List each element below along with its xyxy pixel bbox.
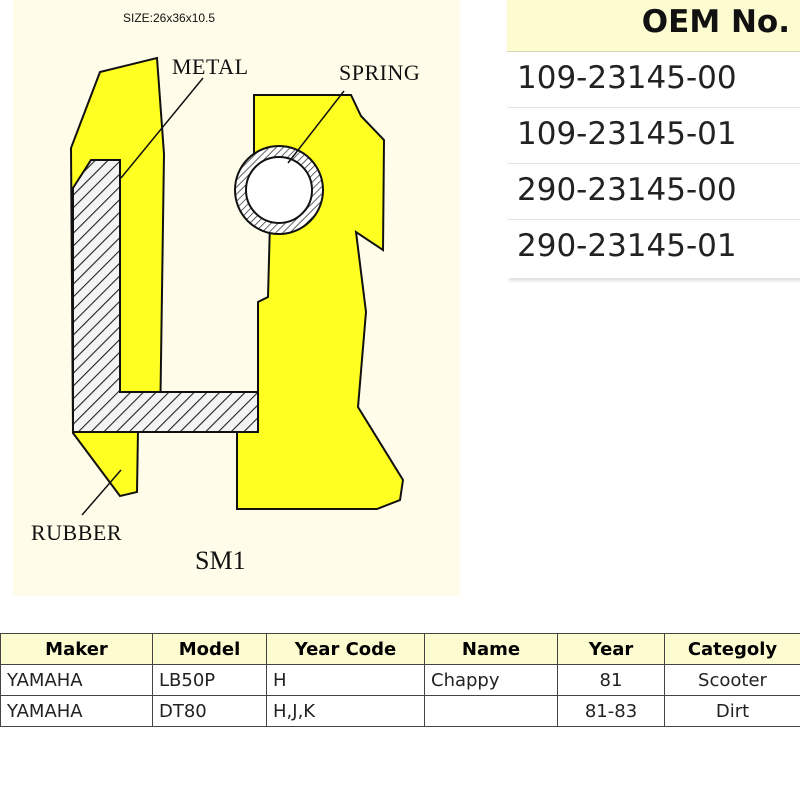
cell-name: Chappy [424, 664, 558, 696]
seal-diagram: SIZE:26x36x10.5 METAL SPRING RUBBER SM1 [13, 0, 460, 596]
table-row: YAMAHA DT80 H,J,K 81-83 Dirt [0, 695, 800, 727]
size-label: SIZE:26x36x10.5 [123, 11, 216, 25]
cell-category: Scooter [664, 664, 800, 696]
oem-number: 290-23145-01 [517, 228, 737, 264]
cell-year: 81 [557, 664, 665, 696]
cell-name [424, 695, 558, 727]
cell-maker: YAMAHA [0, 664, 153, 696]
table-row: YAMAHA LB50P H Chappy 81 Scooter [0, 664, 800, 696]
model-code-label: SM1 [195, 546, 246, 575]
oem-header-label: OEM No. [641, 4, 790, 40]
oem-number: 109-23145-00 [517, 60, 737, 96]
header-year: Year [557, 633, 665, 665]
oem-number-row: 290-23145-01 [507, 220, 800, 275]
header-maker: Maker [0, 633, 153, 665]
table-header-row: Maker Model Year Code Name Year Categoly [0, 633, 800, 665]
oem-number: 290-23145-00 [517, 172, 737, 208]
oem-number-row: 109-23145-00 [507, 52, 800, 108]
header-name: Name [424, 633, 558, 665]
application-table: Maker Model Year Code Name Year Categoly… [0, 633, 800, 727]
cell-model: LB50P [152, 664, 267, 696]
header-category: Categoly [664, 633, 800, 665]
oem-number-row: 109-23145-01 [507, 108, 800, 164]
seal-cross-section [69, 56, 405, 516]
rubber-leader [81, 469, 122, 516]
header-model: Model [152, 633, 267, 665]
cell-year-code: H [266, 664, 425, 696]
cell-category: Dirt [664, 695, 800, 727]
cell-year: 81-83 [557, 695, 665, 727]
cell-model: DT80 [152, 695, 267, 727]
oem-header: OEM No. [507, 0, 800, 52]
rubber-label: RUBBER [31, 520, 123, 545]
oem-number-panel: OEM No. 109-23145-00 109-23145-01 290-23… [507, 0, 800, 278]
metal-label: METAL [172, 54, 249, 79]
cell-year-code: H,J,K [266, 695, 425, 727]
oem-number-row: 290-23145-00 [507, 164, 800, 220]
oem-number: 109-23145-01 [517, 116, 737, 152]
spring-inner [245, 156, 313, 224]
metal-insert [72, 159, 259, 433]
spring-label: SPRING [339, 60, 421, 85]
header-year-code: Year Code [266, 633, 425, 665]
cell-maker: YAMAHA [0, 695, 153, 727]
